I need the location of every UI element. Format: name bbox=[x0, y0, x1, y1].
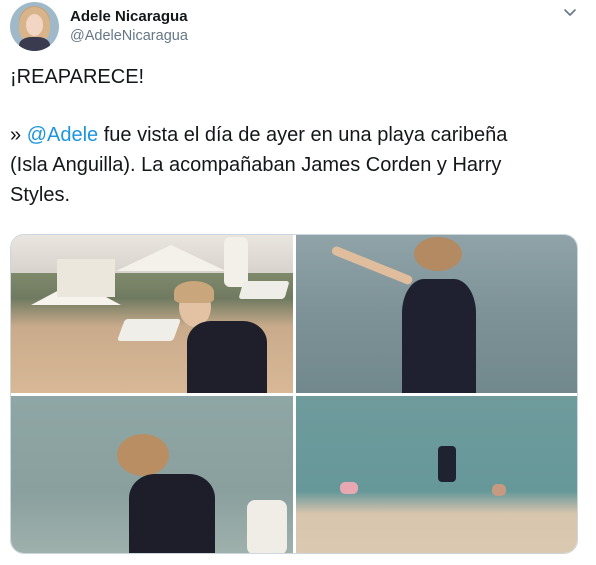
author-handle[interactable]: @AdeleNicaragua bbox=[70, 28, 188, 44]
line-prefix: » bbox=[10, 124, 27, 146]
lounge-chair bbox=[238, 281, 290, 299]
avatar-face bbox=[26, 14, 43, 36]
person-dress bbox=[129, 474, 215, 553]
tweet-card: Adele Nicaragua @AdeleNicaragua ¡REAPARE… bbox=[0, 0, 596, 565]
person bbox=[224, 237, 248, 287]
tweet-text-line-1: » @Adele fue vista el día de ayer en una… bbox=[10, 122, 507, 148]
person-hair bbox=[174, 281, 214, 303]
umbrella bbox=[116, 245, 226, 271]
person-arm bbox=[330, 245, 414, 286]
tweet-text-line-3: Styles. bbox=[10, 184, 71, 206]
person-dress bbox=[187, 321, 267, 393]
lounge-chair bbox=[116, 319, 182, 341]
mention-link[interactable]: @Adele bbox=[27, 124, 98, 146]
line-rest: fue vista el día de ayer en una playa ca… bbox=[98, 124, 508, 146]
chevron-down-icon[interactable] bbox=[563, 7, 577, 19]
author-name[interactable]: Adele Nicaragua bbox=[70, 8, 188, 25]
avatar-body bbox=[19, 37, 50, 51]
person-swimmer bbox=[492, 484, 506, 496]
tweet-headline: ¡REAPARECE! bbox=[10, 66, 145, 88]
photo-woman-in-water[interactable] bbox=[11, 396, 293, 553]
photo-sea-wide[interactable] bbox=[296, 396, 577, 553]
photo-beach-resort[interactable] bbox=[11, 235, 293, 393]
avatar[interactable] bbox=[10, 2, 59, 51]
person-hair bbox=[414, 237, 462, 271]
person-bystander bbox=[247, 500, 287, 553]
tweet-text-line-2: (Isla Anguilla). La acompañaban James Co… bbox=[10, 154, 502, 176]
photo-grid bbox=[10, 234, 578, 554]
person-hair bbox=[117, 434, 169, 476]
building bbox=[57, 259, 115, 297]
person-woman bbox=[438, 446, 456, 482]
person-swimmer bbox=[340, 482, 358, 494]
person-dress bbox=[402, 279, 476, 393]
photo-pointing-at-sea[interactable] bbox=[296, 235, 577, 393]
